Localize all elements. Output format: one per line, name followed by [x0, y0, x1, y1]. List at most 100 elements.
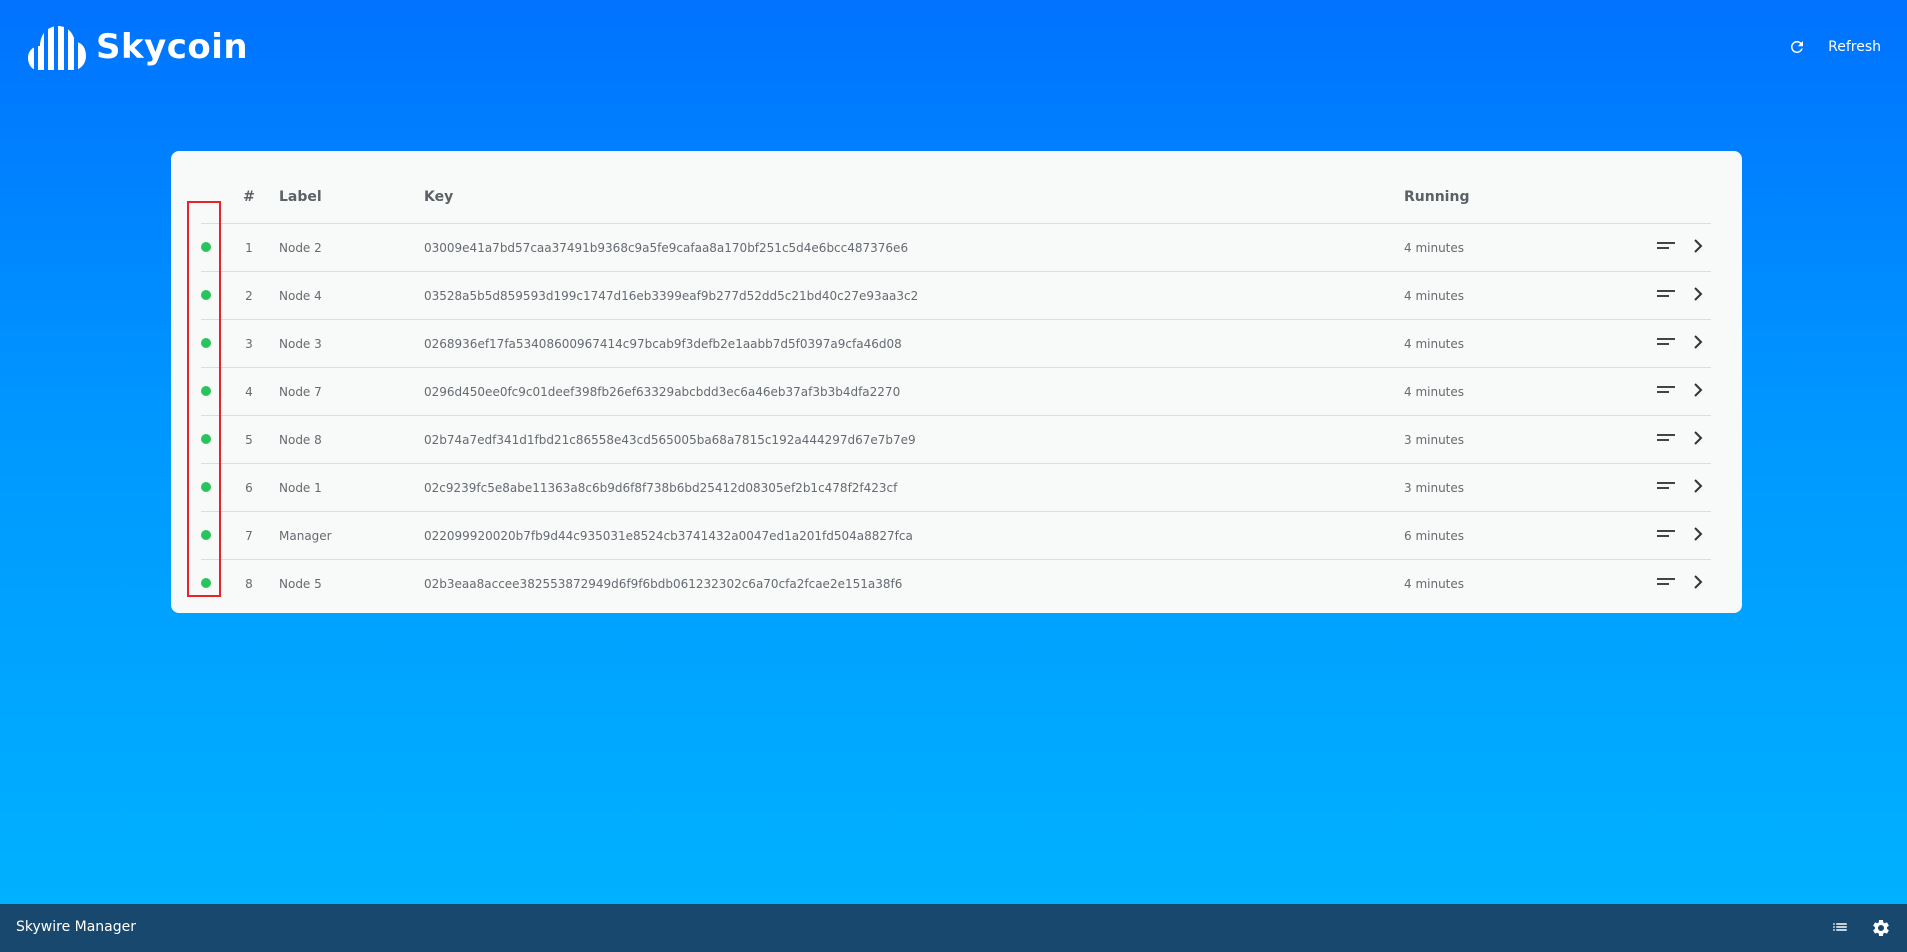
- row-actions: [1604, 319, 1711, 368]
- table-row[interactable]: 2 Node 4 03528a5b5d859593d199c1747d16eb339…: [201, 271, 1711, 320]
- row-number: 6: [219, 463, 279, 512]
- node-label: Node 3: [279, 319, 424, 368]
- status-column-header: [201, 171, 219, 224]
- node-label: Node 2: [279, 223, 424, 272]
- table-row[interactable]: 4 Node 7 0296d450ee0fc9c01deef398fb26ef633…: [201, 367, 1711, 416]
- status-online-dot: [201, 481, 211, 492]
- row-actions: [1604, 560, 1711, 608]
- cloud-logo-icon: [28, 26, 86, 70]
- node-label: Manager: [279, 511, 424, 560]
- row-actions: [1604, 511, 1711, 560]
- details-menu-icon[interactable]: [1657, 288, 1675, 303]
- chevron-right-icon[interactable]: [1693, 287, 1703, 304]
- nodes-card: # Label Key Running 1 Node 2 03009e41a7bd5…: [171, 151, 1742, 613]
- status-online-dot: [201, 529, 211, 540]
- chevron-right-icon[interactable]: [1693, 431, 1703, 448]
- status-online-dot: [201, 337, 211, 348]
- table-row[interactable]: 7 Manager 022099920020b7fb9d44c935031e8524…: [201, 511, 1711, 560]
- table-row[interactable]: 5 Node 8 02b74a7edf341d1fbd21c86558e43cd56…: [201, 415, 1711, 464]
- details-menu-icon[interactable]: [1657, 480, 1675, 495]
- node-label: Node 4: [279, 271, 424, 320]
- status-cell: [201, 319, 219, 368]
- table-row[interactable]: 6 Node 1 02c9239fc5e8abe11363a8c6b9d6f8f73…: [201, 463, 1711, 512]
- skycoin-logo: Skycoin: [28, 22, 248, 72]
- running-column-header: Running: [1404, 171, 1604, 224]
- list-icon[interactable]: [1831, 918, 1849, 942]
- actions-column-header: [1604, 171, 1711, 224]
- node-key: 022099920020b7fb9d44c935031e8524cb374143…: [424, 511, 1404, 560]
- chevron-right-icon[interactable]: [1693, 335, 1703, 352]
- row-number: 7: [219, 511, 279, 560]
- row-number: 5: [219, 415, 279, 464]
- row-actions: [1604, 223, 1711, 272]
- node-key: 0296d450ee0fc9c01deef398fb26ef63329abcbd…: [424, 367, 1404, 416]
- details-menu-icon[interactable]: [1657, 576, 1675, 591]
- refresh-icon: [1791, 40, 1804, 53]
- node-label: Node 1: [279, 463, 424, 512]
- details-menu-icon[interactable]: [1657, 336, 1675, 351]
- refresh-button[interactable]: Refresh: [1788, 38, 1881, 56]
- status-cell: [201, 560, 219, 608]
- status-cell: [201, 511, 219, 560]
- status-online-dot: [201, 241, 211, 252]
- brand-name: Skycoin: [96, 27, 249, 67]
- footer-actions: [1831, 918, 1891, 942]
- table-row[interactable]: 1 Node 2 03009e41a7bd57caa37491b9368c9a5fe…: [201, 223, 1711, 272]
- refresh-label: Refresh: [1828, 39, 1881, 55]
- node-running-time: 4 minutes: [1404, 576, 1465, 591]
- chevron-right-icon[interactable]: [1693, 479, 1703, 496]
- chevron-right-icon[interactable]: [1693, 383, 1703, 400]
- chevron-right-icon[interactable]: [1693, 239, 1703, 256]
- details-menu-icon[interactable]: [1657, 528, 1675, 543]
- status-online-dot: [201, 385, 211, 396]
- node-running-time: 4 minutes: [1404, 223, 1604, 272]
- row-actions: [1604, 271, 1711, 320]
- node-label: Node 5: [279, 576, 322, 591]
- node-key: 03528a5b5d859593d199c1747d16eb3399eaf9b2…: [424, 271, 1404, 320]
- row-number: 2: [219, 271, 279, 320]
- number-column-header: #: [219, 171, 279, 224]
- node-running-time: 4 minutes: [1404, 271, 1604, 320]
- row-number: 1: [219, 223, 279, 272]
- node-running-time: 3 minutes: [1404, 415, 1604, 464]
- status-cell: [201, 223, 219, 272]
- status-cell: [201, 271, 219, 320]
- details-menu-icon[interactable]: [1657, 240, 1675, 255]
- footer-title: Skywire Manager: [16, 919, 136, 935]
- footer-bar: Skywire Manager: [0, 904, 1907, 952]
- header: Skycoin Refresh: [0, 0, 1907, 100]
- row-actions: [1604, 463, 1711, 512]
- node-key: 0268936ef17fa53408600967414c97bcab9f3def…: [424, 319, 1404, 368]
- node-running-time: 4 minutes: [1404, 319, 1604, 368]
- node-running-time: 6 minutes: [1404, 511, 1604, 560]
- details-menu-icon[interactable]: [1657, 432, 1675, 447]
- label-column-header: Label: [279, 171, 424, 224]
- key-column-header: Key: [424, 171, 1404, 224]
- row-number: 3: [219, 319, 279, 368]
- table-header-row: # Label Key Running: [201, 171, 1711, 224]
- status-cell: [201, 463, 219, 512]
- status-online-dot: [201, 289, 211, 300]
- details-menu-icon[interactable]: [1657, 384, 1675, 399]
- node-running-time: 3 minutes: [1404, 463, 1604, 512]
- table-row[interactable]: 8 Node 5 02b3eaa8accee382553872949d6f9f6bd…: [201, 560, 1711, 608]
- status-cell: [201, 367, 219, 416]
- chevron-right-icon[interactable]: [1693, 527, 1703, 544]
- status-cell: [201, 415, 219, 464]
- status-online-dot: [201, 577, 211, 588]
- chevron-right-icon[interactable]: [1693, 575, 1703, 592]
- node-label: Node 7: [279, 367, 424, 416]
- node-label: Node 8: [279, 415, 424, 464]
- row-number: 4: [219, 367, 279, 416]
- row-actions: [1604, 415, 1711, 464]
- table-row[interactable]: 3 Node 3 0268936ef17fa53408600967414c97bca…: [201, 319, 1711, 368]
- settings-icon[interactable]: [1871, 918, 1891, 942]
- nodes-table: # Label Key Running 1 Node 2 03009e41a7bd5…: [201, 171, 1711, 607]
- node-key: 02b3eaa8accee382553872949d6f9f6bdb061232…: [424, 576, 903, 591]
- node-key: 02b74a7edf341d1fbd21c86558e43cd565005ba6…: [424, 415, 1404, 464]
- node-key: 03009e41a7bd57caa37491b9368c9a5fe9cafaa8…: [424, 223, 1404, 272]
- row-number: 8: [245, 576, 253, 591]
- node-running-time: 4 minutes: [1404, 367, 1604, 416]
- node-key: 02c9239fc5e8abe11363a8c6b9d6f8f738b6bd25…: [424, 463, 1404, 512]
- row-actions: [1604, 367, 1711, 416]
